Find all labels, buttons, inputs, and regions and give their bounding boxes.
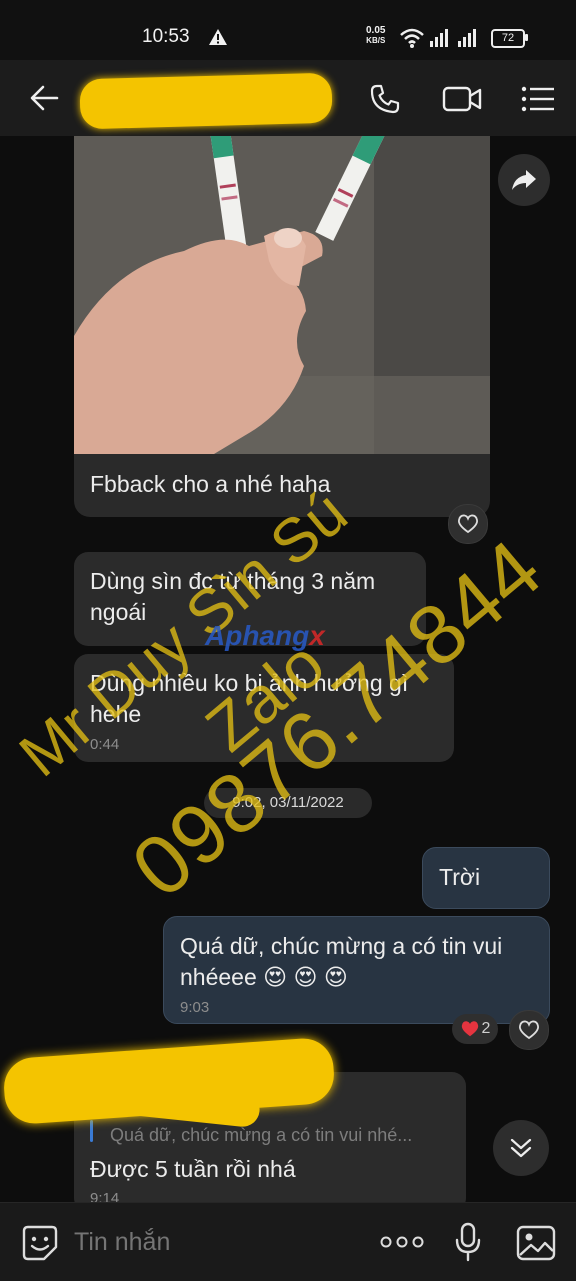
message-text: Trời [439,864,481,890]
message-text: Dùng nhiều ko bị ảnh hưởng gì hehe [90,670,409,727]
heart-outline-icon [519,1020,539,1040]
message-text: Dùng sìn đc từ tháng 3 năm ngoái [90,568,376,625]
more-button[interactable] [378,1227,426,1257]
chat-header [0,60,576,136]
photo-caption: Fbback cho a nhé haha [90,471,331,497]
incoming-message[interactable]: Dùng nhiều ko bị ảnh hưởng gì hehe 0:44 [74,654,454,762]
contact-name-redacted[interactable] [79,72,333,130]
photo-illustration [74,136,490,454]
watermark-logo: Aphangx [205,620,325,651]
outgoing-message[interactable]: Quá dữ, chúc mừng a có tin vui nhéeee 😍 … [163,916,550,1024]
wifi-icon [400,28,424,48]
photo-message[interactable]: Fbback cho a nhé haha [74,136,490,517]
back-arrow-icon [30,85,59,111]
phone-icon [370,84,400,114]
network-speed: 0.05 KB/S [366,25,386,46]
video-call-icon [442,86,482,112]
status-bar: 10:53 0.05 KB/S 72 [0,0,576,60]
red-heart-icon [461,1021,478,1037]
test-strips-photo[interactable] [74,136,490,454]
message-text: Được 5 tuần rồi nhá [90,1156,296,1182]
heart-outline-icon [458,514,478,534]
message-time: 9:14 [90,1190,120,1202]
sticker-button[interactable] [20,1223,60,1263]
voice-message-button[interactable] [450,1221,486,1263]
forward-icon [512,170,536,190]
back-button[interactable] [24,78,64,118]
forward-button[interactable] [498,154,550,206]
status-time: 10:53 [142,26,190,47]
react-button-photo[interactable] [448,504,488,544]
cell-signal-icon [430,29,476,47]
message-text: Quá dữ, chúc mừng a có tin vui nhéeee 😍 … [180,933,503,990]
double-chevron-down-icon [510,1138,532,1158]
outgoing-message[interactable]: Trời [422,847,550,909]
battery-icon: 72 [491,29,525,48]
battery-tip [525,34,528,41]
gallery-button[interactable] [514,1223,558,1263]
menu-icon [521,86,554,112]
reaction-count: 2 [481,1020,491,1037]
video-call-button[interactable] [440,78,484,120]
microphone-icon [455,1222,481,1262]
message-time: 0:44 [90,736,120,753]
reaction-summary[interactable]: 2 [452,1014,498,1044]
scroll-to-bottom-button[interactable] [493,1120,549,1176]
chat-options-button[interactable] [516,78,560,120]
warning-icon [209,29,227,45]
more-dots-icon [380,1236,424,1248]
quoted-message[interactable]: Quá dữ, chúc mừng a có tin vui nhé... [110,1120,412,1151]
message-input-bar [0,1202,576,1281]
chat-messages[interactable]: Fbback cho a nhé haha Dùng sìn đc từ thá… [0,136,576,1202]
quote-bar [90,1120,93,1142]
signal-icons [400,28,476,48]
react-button-message[interactable] [509,1010,549,1050]
call-button[interactable] [364,78,406,120]
message-input[interactable] [74,1228,354,1257]
date-separator: 9:02, 03/11/2022 [204,788,372,818]
emoji-sticker-icon [22,1225,58,1261]
image-gallery-icon [516,1225,556,1261]
